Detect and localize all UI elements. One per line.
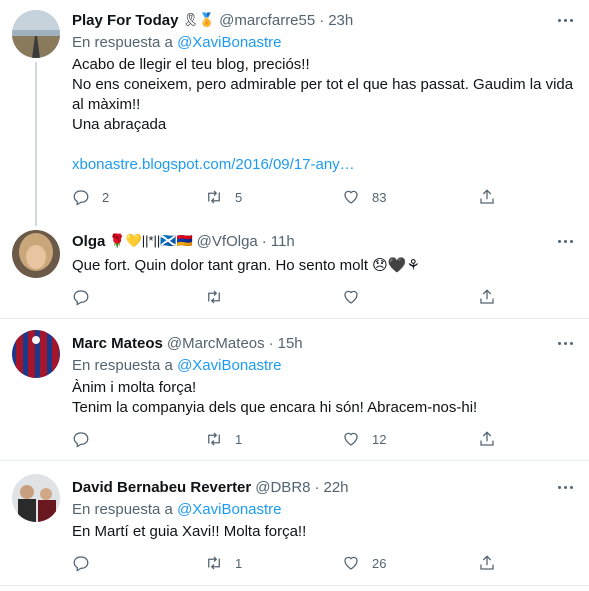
separator-dot: · (319, 11, 325, 29)
mention-link[interactable]: @XaviBonastre (177, 357, 281, 374)
like-icon (344, 556, 358, 570)
share-icon (480, 555, 494, 570)
tweet-text: Que fort. Quin dolor tant gran. Ho sento… (72, 256, 577, 276)
retweet-button[interactable]: 5 (205, 188, 242, 206)
name-emoji: 🌹💛||*||🏴󠁧󠁢󠁳󠁣󠁴󠁿🇦🇲 (109, 233, 193, 248)
like-button[interactable]: 26 (342, 554, 386, 572)
tweet-line: No ens coneixem, pero admirable per tot … (72, 76, 574, 93)
tweet-line: En Martí et guia Xavi!! Molta força!! (72, 523, 307, 540)
more-icon[interactable] (553, 231, 577, 251)
like-button[interactable]: 12 (342, 430, 386, 448)
reply-icon (73, 556, 89, 572)
mention-link[interactable]: @XaviBonastre (177, 501, 281, 518)
reply-context: En respuesta a @XaviBonastre (72, 356, 577, 376)
avatar[interactable] (12, 230, 60, 278)
reply-button[interactable] (72, 430, 102, 448)
reply-prefix: En respuesta a (72, 501, 173, 518)
display-name[interactable]: Marc Mateos (72, 335, 163, 352)
like-icon (344, 432, 358, 446)
retweet-button[interactable] (205, 288, 235, 306)
display-name[interactable]: Olga (72, 233, 105, 250)
divider (0, 585, 589, 586)
thread-line (35, 62, 37, 226)
tweet-text: En Martí et guia Xavi!! Molta força!! (72, 522, 577, 542)
tweet-text: Acabo de llegir el teu blog, preciós!! N… (72, 55, 577, 135)
share-button[interactable] (478, 554, 496, 572)
retweet-icon (208, 556, 220, 570)
retweet-count: 1 (235, 555, 243, 571)
share-button[interactable] (478, 430, 496, 448)
tweet-line: al màxim!! (72, 96, 141, 113)
reply-context: En respuesta a @XaviBonastre (72, 500, 577, 520)
more-icon[interactable] (553, 477, 577, 497)
tweet-2[interactable]: Olga 🌹💛||*||🏴󠁧󠁢󠁳󠁣󠁴󠁿🇦🇲 @VfOlga · 11h Que … (0, 226, 589, 318)
tweet-line: Que fort. Quin dolor tant gran. Ho sento… (72, 257, 420, 274)
avatar[interactable] (12, 10, 60, 58)
tweet-link[interactable]: xbonastre.blogspot.com/2016/09/17-any… (72, 155, 577, 175)
tweet-3[interactable]: Marc Mateos @MarcMateos · 15h En respues… (0, 319, 589, 460)
handle[interactable]: @DBR8 (255, 479, 310, 496)
reply-button[interactable]: 2 (72, 188, 109, 206)
retweet-button[interactable]: 1 (205, 430, 242, 448)
mention-link[interactable]: @XaviBonastre (177, 34, 281, 51)
reply-icon (73, 432, 89, 448)
separator-dot: · (314, 478, 320, 496)
reply-context: En respuesta a @XaviBonastre (72, 33, 577, 53)
separator-dot: · (268, 334, 274, 352)
tweet-text: Ànim i molta força! Tenim la companyia d… (72, 378, 577, 418)
timestamp[interactable]: 22h (324, 479, 349, 496)
like-button[interactable] (342, 288, 372, 306)
share-button[interactable] (478, 188, 496, 206)
separator-dot: · (261, 232, 267, 250)
reply-prefix: En respuesta a (72, 34, 173, 51)
share-button[interactable] (478, 288, 496, 306)
timestamp[interactable]: 15h (278, 335, 303, 352)
reply-icon (73, 290, 89, 306)
like-count: 26 (372, 555, 387, 571)
reply-button[interactable] (72, 288, 102, 306)
like-button[interactable]: 83 (342, 188, 386, 206)
reply-button[interactable] (72, 554, 102, 572)
handle[interactable]: @marcfarre55 (219, 12, 315, 29)
reply-count: 2 (102, 189, 110, 205)
tweet-line: Tenim la companyia dels que encara hi só… (72, 399, 478, 416)
reply-prefix: En respuesta a (72, 357, 173, 374)
retweet-count: 1 (235, 431, 243, 447)
timestamp[interactable]: 23h (328, 12, 353, 29)
like-count: 83 (372, 189, 387, 205)
tweet-line: Acabo de llegir el teu blog, preciós!! (72, 56, 310, 73)
display-name[interactable]: Play For Today (72, 12, 178, 29)
timestamp[interactable]: 11h (271, 233, 295, 250)
retweet-count: 5 (235, 189, 243, 205)
retweet-icon (208, 190, 220, 204)
handle[interactable]: @MarcMateos (167, 335, 265, 352)
share-icon (480, 189, 494, 204)
tweet-1[interactable]: Play For Today 🎗🏅 @marcfarre55 · 23h En … (0, 0, 589, 226)
name-emoji: 🎗🏅 (182, 12, 216, 27)
tweet-line: Ànim i molta força! (72, 379, 197, 396)
share-icon (480, 289, 494, 304)
like-icon (344, 190, 358, 204)
share-icon (480, 431, 494, 446)
like-count: 12 (372, 431, 387, 447)
display-name[interactable]: David Bernabeu Reverter (72, 479, 251, 496)
avatar[interactable] (12, 330, 60, 378)
more-icon[interactable] (553, 333, 577, 353)
reply-icon (73, 190, 89, 206)
retweet-icon (208, 432, 220, 446)
more-icon[interactable] (553, 10, 577, 30)
handle[interactable]: @VfOlga (197, 233, 258, 250)
tweet-4[interactable]: David Bernabeu Reverter @DBR8 · 22h En r… (0, 461, 589, 585)
tweet-line: Una abraçada (72, 116, 167, 133)
like-icon (344, 290, 358, 304)
avatar[interactable] (12, 474, 60, 522)
retweet-icon (208, 290, 220, 304)
retweet-button[interactable]: 1 (205, 554, 242, 572)
